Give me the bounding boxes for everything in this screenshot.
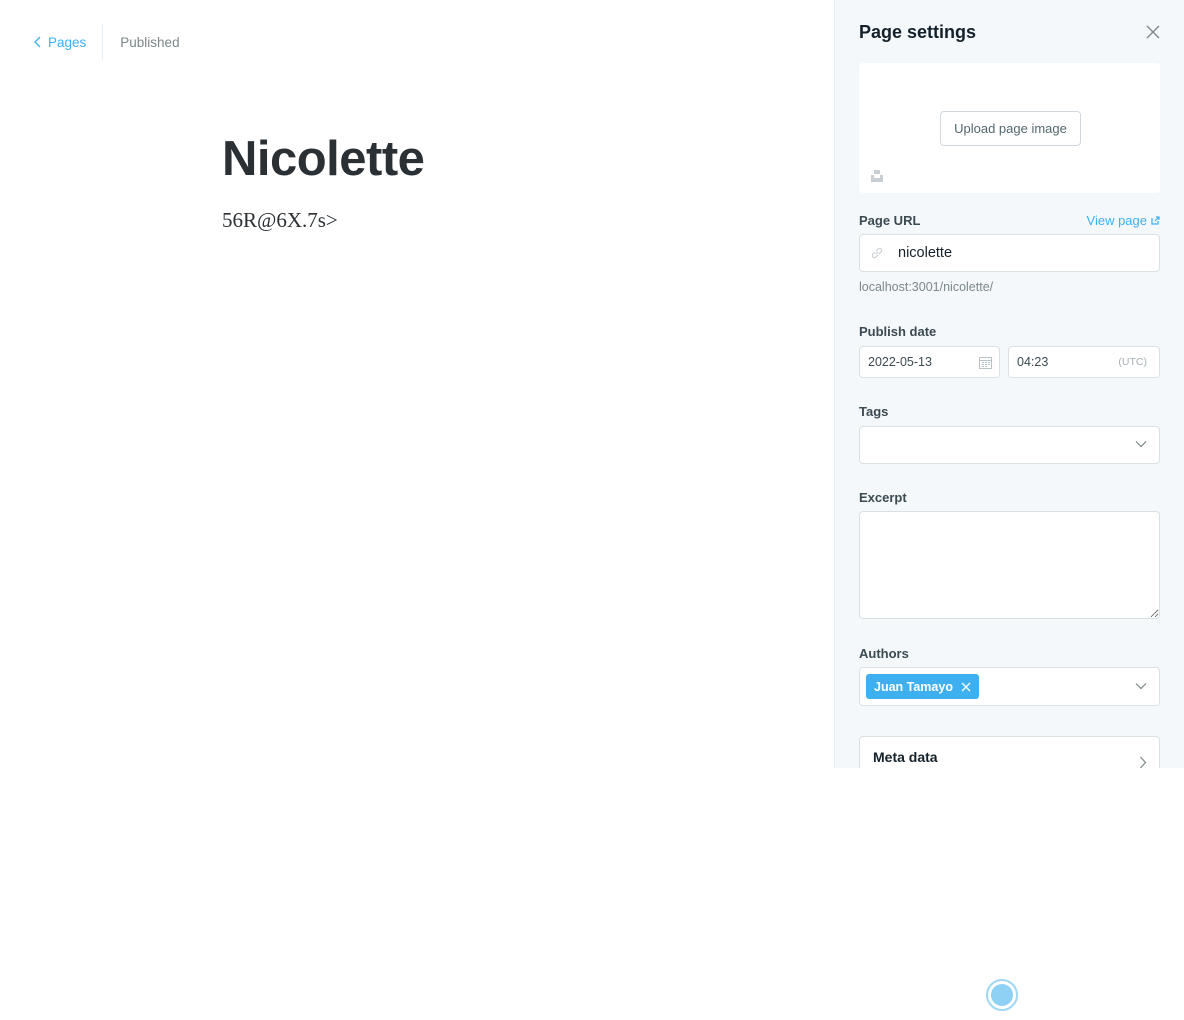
author-chip: Juan Tamayo bbox=[866, 674, 979, 699]
page-body-text[interactable]: 56R@6X.7s> bbox=[222, 208, 338, 233]
publish-date-label: Publish date bbox=[859, 324, 937, 339]
publish-time-field[interactable]: 04:23 (UTC) bbox=[1008, 346, 1160, 378]
close-icon bbox=[961, 682, 971, 691]
page-url-field[interactable] bbox=[859, 234, 1160, 272]
excerpt-textarea[interactable] bbox=[859, 511, 1160, 619]
timezone-label: (UTC) bbox=[1118, 356, 1147, 368]
tags-label: Tags bbox=[859, 404, 889, 419]
chevron-down-icon bbox=[1135, 682, 1147, 689]
remove-author-button[interactable] bbox=[961, 682, 971, 692]
close-icon bbox=[1146, 25, 1160, 39]
view-page-link[interactable]: View page bbox=[1087, 213, 1160, 228]
page-url-label: Page URL bbox=[859, 213, 921, 228]
post-status: Published bbox=[120, 34, 180, 50]
page-settings-panel: Page settings Upload page image Page URL… bbox=[834, 0, 1184, 768]
calendar-icon[interactable] bbox=[979, 356, 992, 369]
publish-date-field[interactable]: 2022-05-13 bbox=[859, 346, 1000, 378]
meta-data-section[interactable]: Meta data bbox=[859, 736, 1160, 768]
excerpt-label: Excerpt bbox=[859, 490, 907, 505]
meta-data-label: Meta data bbox=[873, 749, 938, 765]
chevron-right-icon bbox=[1140, 756, 1147, 768]
authors-select[interactable]: Juan Tamayo bbox=[859, 667, 1160, 706]
cursor-indicator-dot bbox=[991, 984, 1013, 1006]
cursor-indicator bbox=[986, 979, 1018, 1011]
back-to-pages-link[interactable]: Pages bbox=[34, 24, 104, 60]
publish-time-value: 04:23 bbox=[1017, 355, 1049, 369]
editor-area: Pages Published Nicolette 56R@6X.7s> bbox=[0, 0, 834, 768]
publish-date-value: 2022-05-13 bbox=[868, 355, 932, 369]
author-name: Juan Tamayo bbox=[874, 679, 953, 694]
back-link-label: Pages bbox=[48, 34, 87, 50]
view-page-label: View page bbox=[1086, 213, 1147, 228]
chevron-left-icon bbox=[34, 36, 41, 48]
settings-header: Page settings bbox=[859, 18, 1162, 46]
page-url-preview: localhost:3001/nicolette/ bbox=[859, 280, 994, 294]
tags-select[interactable] bbox=[859, 426, 1160, 464]
external-link-icon bbox=[1151, 216, 1160, 225]
page-url-input[interactable] bbox=[896, 244, 1136, 262]
close-settings-button[interactable] bbox=[1144, 23, 1162, 41]
link-icon bbox=[871, 247, 883, 259]
upload-image-button[interactable]: Upload page image bbox=[940, 111, 1081, 146]
chevron-down-icon bbox=[1135, 441, 1147, 448]
unsplash-icon[interactable] bbox=[870, 169, 884, 183]
page-title[interactable]: Nicolette bbox=[222, 128, 425, 190]
page-image-dropzone[interactable]: Upload page image bbox=[859, 63, 1160, 193]
settings-title: Page settings bbox=[859, 21, 977, 42]
authors-label: Authors bbox=[859, 646, 909, 661]
editor-topbar: Pages Published bbox=[34, 24, 180, 60]
